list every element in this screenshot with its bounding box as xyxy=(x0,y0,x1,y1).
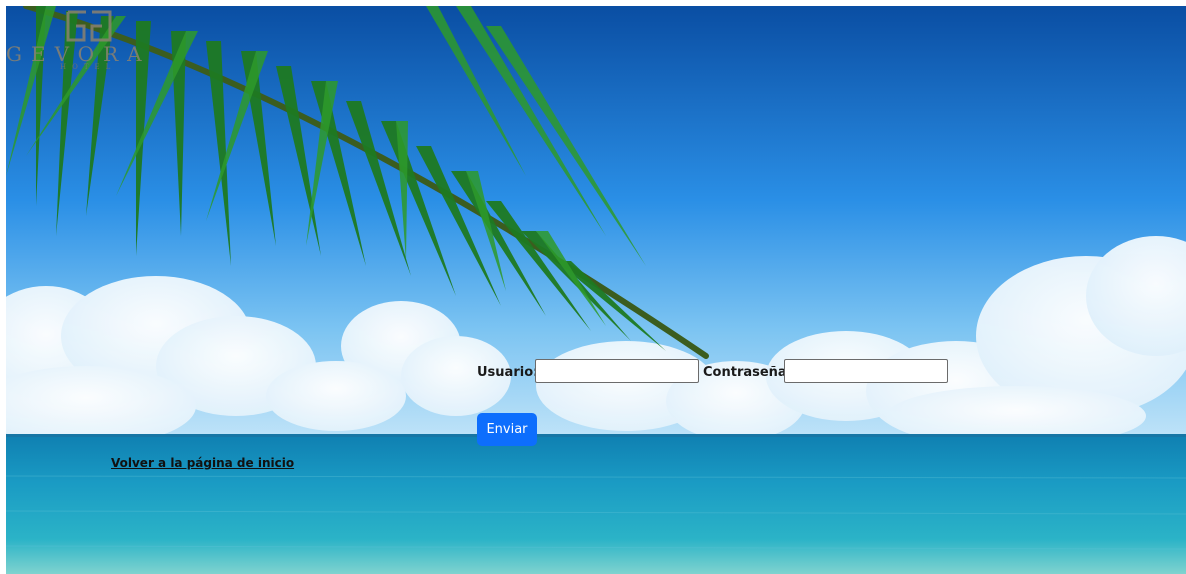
submit-button[interactable]: Enviar xyxy=(477,413,537,446)
password-input[interactable] xyxy=(784,359,948,383)
login-form: Usuario: Contraseña: Enviar xyxy=(477,359,957,449)
gevora-logo: GEVORA HOTEL xyxy=(6,6,186,71)
logo-subtext: HOTEL xyxy=(60,63,117,71)
gevora-logo-mark-icon xyxy=(66,10,112,42)
user-input[interactable] xyxy=(535,359,699,383)
back-to-home-link[interactable]: Volver a la página de inicio xyxy=(111,456,294,470)
user-label: Usuario: xyxy=(477,365,539,380)
beach-background-image xyxy=(6,6,1186,574)
login-page: GEVORA HOTEL Usuario: Contraseña: Enviar… xyxy=(0,0,1186,574)
password-label: Contraseña: xyxy=(703,365,792,380)
